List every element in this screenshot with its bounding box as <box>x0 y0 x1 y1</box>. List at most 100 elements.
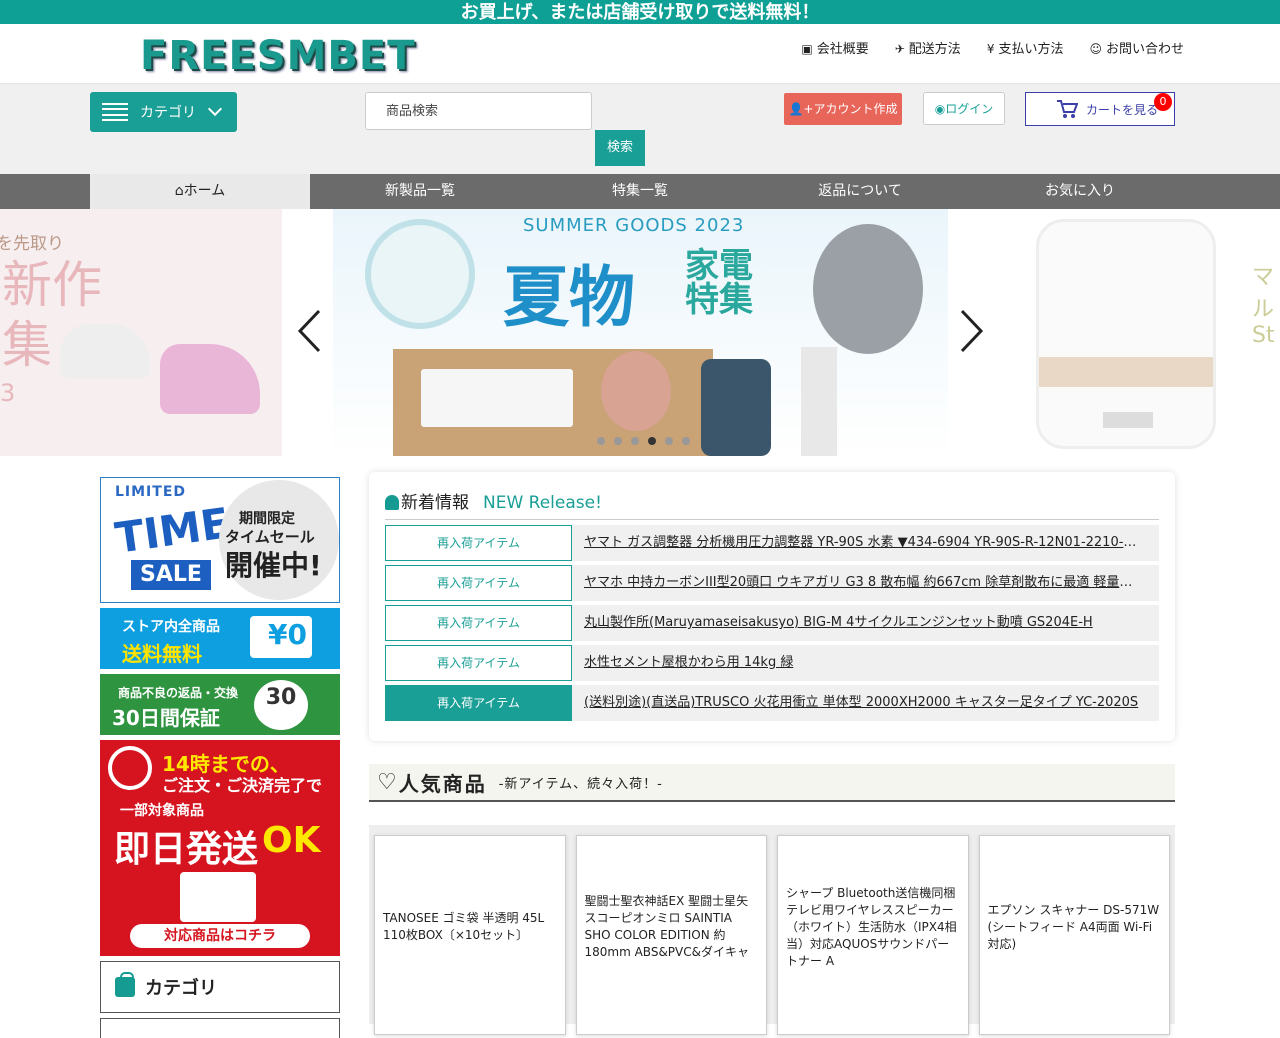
slide-next[interactable]: マル St <box>998 209 1280 456</box>
popular-heading: ♡ 人気商品 -新アイテム、続々入荷！- <box>369 764 1175 802</box>
plane-icon: ✈ <box>894 42 905 56</box>
time-sale-banner[interactable]: LIMITED TIME SALE 期間限定 タイムセール 開催中! <box>100 477 340 603</box>
link-shipping-label: 配送方法 <box>908 42 961 57</box>
link-contact-label: お問い合わせ <box>1105 42 1184 57</box>
carousel-dot[interactable] <box>614 437 622 445</box>
product-name: 聖闘士聖衣神話EX 聖闘士星矢 スコーピオンミロ SAINTIA SHO COL… <box>584 894 750 959</box>
bell-icon <box>385 495 399 510</box>
fan-image <box>601 351 671 431</box>
sidebar-category-header: カテゴリ <box>100 961 340 1013</box>
news-panel: 新着情報 NEW Release! 再入荷アイテム ヤマト ガス調整器 分析機用圧力… <box>369 472 1175 741</box>
site-logo[interactable]: FREESMBET <box>140 33 415 79</box>
link-payment-label: 支払い方法 <box>998 42 1064 57</box>
nav-new-products[interactable]: 新製品一覧 <box>310 174 530 209</box>
cart-label: カートを見る <box>1086 102 1159 117</box>
chat-icon: ☺ <box>1089 42 1102 56</box>
product-card[interactable]: 聖闘士聖衣神話EX 聖闘士星矢 スコーピオンミロ SAINTIA SHO COL… <box>575 835 767 1035</box>
carousel-dot[interactable] <box>665 437 673 445</box>
banner-text: 期間限定 <box>239 511 295 527</box>
news-tag[interactable]: 再入荷アイテム <box>385 565 572 601</box>
slide-title: 夏物 <box>503 259 635 336</box>
banner-text: ご注文・ご決済完了で <box>162 776 323 795</box>
home-icon: ⌂ <box>174 183 184 199</box>
news-item: 再入荷アイテム 丸山製作所(Maruyamaseisakusyo) BIG-M 4… <box>385 605 1159 641</box>
popular-title: 人気商品 <box>398 771 487 796</box>
nav-favorites[interactable]: お気に入り <box>970 174 1190 209</box>
carousel-dots <box>597 437 690 445</box>
banner-text: LIMITED <box>115 484 187 500</box>
link-company[interactable]: ▣ 会社概要 <box>801 38 868 57</box>
product-card[interactable]: シャープ Bluetooth送信機同梱 テレビ用ワイヤレススピーカー（ホワイト）… <box>777 835 969 1035</box>
banner-text: ¥0 <box>268 618 307 651</box>
truck-icon <box>180 872 256 922</box>
vest-image <box>701 359 771 456</box>
news-tag[interactable]: 再入荷アイテム <box>385 685 572 721</box>
carousel-dot[interactable] <box>648 437 656 445</box>
product-card[interactable]: エプソン スキャナー DS-571W (シートフィード A4両面 Wi-Fi対応… <box>978 835 1170 1035</box>
news-link[interactable]: 丸山製作所(Maruyamaseisakusyo) BIG-M 4サイクルエンジ… <box>572 605 1159 641</box>
banner-text: TIME <box>112 498 233 563</box>
free-shipping-banner[interactable]: ストア内全商品 送料無料 ¥0 <box>100 608 340 669</box>
link-payment[interactable]: ¥ 支払い方法 <box>987 38 1064 57</box>
main-nav: ⌂ホーム 新製品一覧 特集一覧 返品について お気に入り <box>0 174 1280 209</box>
sidebar: LIMITED TIME SALE 期間限定 タイムセール 開催中! ストア内全… <box>100 477 340 1038</box>
slide-title-small: 家電特集 <box>685 246 753 320</box>
banner-text: 開催中! <box>225 549 322 582</box>
banner-cta: 対応商品はコチラ <box>130 924 310 948</box>
news-tag[interactable]: 再入荷アイテム <box>385 645 572 681</box>
create-account-button[interactable]: 👤+アカウント作成 <box>784 93 902 125</box>
nav-features[interactable]: 特集一覧 <box>530 174 750 209</box>
banner-text: 即日発送 <box>114 829 259 870</box>
cart-icon <box>1057 100 1078 118</box>
carousel-next-arrow[interactable] <box>960 309 984 353</box>
banner-text: 送料無料 <box>122 642 202 666</box>
news-link[interactable]: (送料別途)(直送品)TRUSCO 火花用衝立 単体型 2000XH2000 キ… <box>572 685 1159 721</box>
carousel-prev-arrow[interactable] <box>297 309 321 353</box>
news-tag[interactable]: 再入荷アイテム <box>385 525 572 561</box>
search-input[interactable]: 商品検索 <box>365 92 592 130</box>
news-item: 再入荷アイテム (送料別途)(直送品)TRUSCO 火花用衝立 単体型 2000X… <box>385 685 1159 721</box>
carousel-dot[interactable] <box>682 437 690 445</box>
link-shipping[interactable]: ✈ 配送方法 <box>895 38 961 57</box>
search-button[interactable]: 検索 <box>595 130 645 166</box>
category-menu-label: カテゴリ <box>140 105 196 121</box>
sneaker-image <box>160 344 260 414</box>
guarantee-badge: 30 <box>254 680 308 730</box>
link-contact[interactable]: ☺ お問い合わせ <box>1089 38 1184 57</box>
nav-returns[interactable]: 返品について <box>750 174 970 209</box>
hero-carousel[interactable]: を先取り 新作集 3 SUMMER GOODS 2023 夏物 家電特集 マル … <box>0 209 1280 456</box>
carousel-dot[interactable] <box>631 437 639 445</box>
toolbar: カテゴリ 商品検索 検索 👤+アカウント作成 ◉ログイン カートを見る 0 <box>0 84 1280 174</box>
sidebar-category-list <box>100 1018 340 1038</box>
product-name: シャープ Bluetooth送信機同梱 テレビ用ワイヤレススピーカー（ホワイト）… <box>786 885 957 968</box>
yen-icon: ¥ <box>986 42 995 56</box>
cart-button[interactable]: カートを見る 0 <box>1025 92 1175 126</box>
carousel-dot[interactable] <box>597 437 605 445</box>
news-item: 再入荷アイテム ヤマホ 中持カーボンIII型20頭口 ウキアガリ G3 8 散布幅… <box>385 565 1159 601</box>
product-card[interactable]: TANOSEE ゴミ袋 半透明 45L 110枚BOX〔×10セット〕 <box>374 835 566 1035</box>
slide-prev[interactable]: を先取り 新作集 3 <box>0 209 282 456</box>
sneaker-image <box>60 324 150 379</box>
promo-bar: お買上げ、または店舗受け取りで送料無料！ <box>0 0 1280 24</box>
nav-home[interactable]: ⌂ホーム <box>90 174 310 209</box>
news-tag[interactable]: 再入荷アイテム <box>385 605 572 641</box>
create-account-label: アカウント作成 <box>813 102 898 116</box>
same-day-shipping-banner[interactable]: 14時までの、 ご注文・ご決済完了で 一部対象商品 即日発送 OK 対応商品はコ… <box>100 740 340 956</box>
news-link[interactable]: 水性セメント屋根かわら用 14kg 緑 <box>572 645 1159 681</box>
clock-icon <box>108 746 152 790</box>
login-button[interactable]: ◉ログイン <box>923 92 1005 125</box>
news-link[interactable]: ヤマト ガス調整器 分析機用圧力調整器 YR-90S 水素 ▼434-6904 … <box>572 525 1159 561</box>
slide-current[interactable]: SUMMER GOODS 2023 夏物 家電特集 <box>333 209 948 456</box>
shopping-bag-icon <box>115 972 135 997</box>
product-grid: TANOSEE ゴミ袋 半透明 45L 110枚BOX〔×10セット〕 聖闘士聖… <box>369 825 1175 1035</box>
news-link[interactable]: ヤマホ 中持カーボンIII型20頭口 ウキアガリ G3 8 散布幅 約667cm… <box>572 565 1159 601</box>
fan-image <box>365 219 475 329</box>
guarantee-banner[interactable]: 商品不良の返品・交換 30日間保証 30 <box>100 674 340 735</box>
link-company-label: 会社概要 <box>816 42 869 57</box>
tower-fan-image <box>801 347 837 456</box>
heart-icon: ♡ <box>377 769 397 795</box>
news-title-en: NEW Release! <box>483 493 602 513</box>
news-title: 新着情報 <box>401 493 469 513</box>
news-item: 再入荷アイテム ヤマト ガス調整器 分析機用圧力調整器 YR-90S 水素 ▼43… <box>385 525 1159 561</box>
category-menu-button[interactable]: カテゴリ <box>90 92 237 132</box>
